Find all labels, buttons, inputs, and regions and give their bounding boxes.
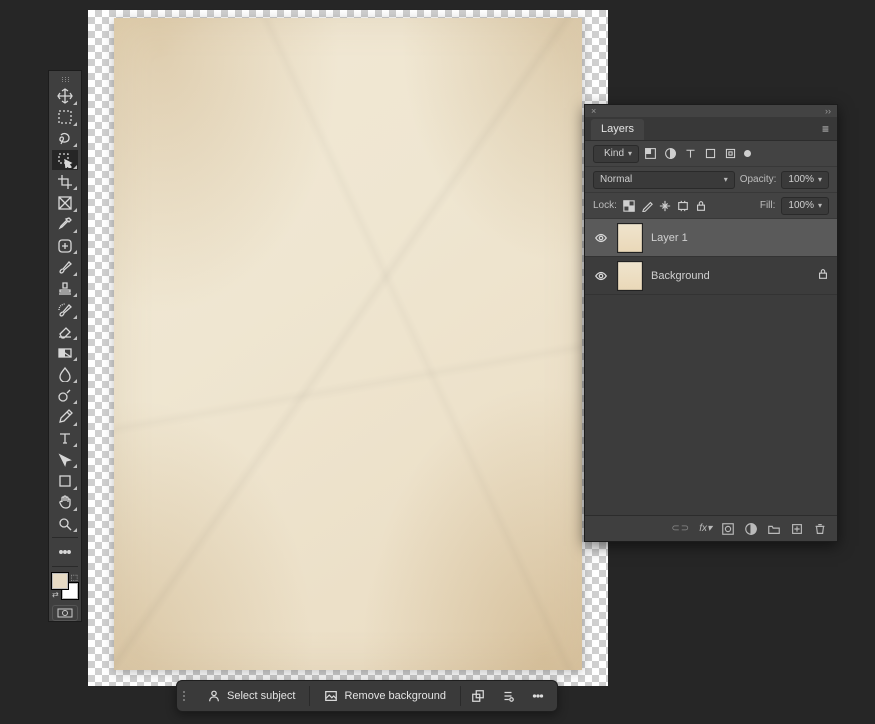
rectangle-tool[interactable] [52, 471, 78, 490]
dodge-tool[interactable] [52, 386, 78, 405]
layer-mask-icon[interactable] [721, 522, 735, 536]
zoom-tool[interactable] [52, 514, 78, 533]
taskbar-grip[interactable] [183, 691, 191, 701]
move-tool[interactable] [52, 86, 78, 105]
lock-all-icon[interactable] [695, 200, 707, 212]
fx-icon[interactable]: fx▾ [699, 523, 712, 534]
panel-close-icon[interactable]: × [591, 106, 596, 116]
lock-transparency-icon[interactable] [623, 200, 635, 212]
contextual-task-bar[interactable]: Select subject Remove background [176, 680, 558, 712]
quick-mask-mode[interactable] [52, 605, 78, 621]
layer-filter-row: Kind ▾ [585, 141, 837, 167]
link-layers-icon[interactable]: ⊂⊃ [671, 523, 690, 534]
new-layer-icon[interactable] [790, 522, 804, 536]
brush-tool[interactable] [52, 257, 78, 276]
lock-fill-row: Lock: Fill: 100%▾ [585, 193, 837, 219]
pen-tool[interactable] [52, 407, 78, 426]
delete-layer-icon[interactable] [813, 522, 827, 536]
lock-icon[interactable] [817, 268, 829, 283]
fill-label: Fill: [760, 200, 776, 211]
tab-layers[interactable]: Layers [591, 119, 644, 140]
frame-tool[interactable] [52, 193, 78, 212]
spot-healing-brush-tool[interactable] [52, 236, 78, 255]
taskbar-properties-icon[interactable] [495, 684, 521, 708]
document-paper-texture [114, 18, 582, 670]
foreground-swatch[interactable] [52, 573, 68, 589]
layer-row[interactable]: Layer 1 [585, 219, 837, 257]
history-brush-tool[interactable] [52, 300, 78, 319]
lock-label: Lock: [593, 200, 617, 211]
lock-pixels-icon[interactable] [641, 200, 653, 212]
clone-stamp-tool[interactable] [52, 279, 78, 298]
filter-pixel-icon[interactable] [644, 147, 657, 160]
filter-toggle[interactable] [744, 150, 751, 157]
object-selection-tool[interactable] [52, 150, 78, 169]
lasso-tool[interactable] [52, 129, 78, 148]
remove-background-button[interactable]: Remove background [314, 684, 456, 708]
visibility-toggle[interactable] [593, 231, 609, 245]
lock-artboard-icon[interactable] [677, 200, 689, 212]
layer-name[interactable]: Layer 1 [651, 232, 829, 244]
layer-thumbnail[interactable] [617, 223, 643, 253]
layers-panel: × ›› Layers ≡ Kind ▾ Normal▾ Opacity: 10… [584, 104, 838, 542]
filter-adjustment-icon[interactable] [664, 147, 677, 160]
layers-panel-footer: ⊂⊃ fx▾ [585, 515, 837, 541]
fill-input[interactable]: 100%▾ [781, 197, 829, 215]
edit-toolbar-icon[interactable] [52, 542, 78, 561]
swap-colors-icon[interactable]: ⇄ [52, 590, 59, 599]
layer-filter-kind[interactable]: Kind ▾ [593, 145, 639, 163]
layer-row[interactable]: Background [585, 257, 837, 295]
blur-tool[interactable] [52, 364, 78, 383]
filter-smartobject-icon[interactable] [724, 147, 737, 160]
eyedropper-tool[interactable] [52, 215, 78, 234]
taskbar-more-icon[interactable] [525, 684, 551, 708]
tools-panel: ⬚⇄ [48, 70, 82, 622]
layer-name[interactable]: Background [651, 270, 809, 282]
select-subject-button[interactable]: Select subject [197, 684, 305, 708]
filter-type-icon[interactable] [684, 147, 697, 160]
crop-tool[interactable] [52, 172, 78, 191]
lock-position-icon[interactable] [659, 200, 671, 212]
panel-grip[interactable] [55, 77, 75, 82]
adjustment-layer-icon[interactable] [744, 522, 758, 536]
panel-tab-bar: Layers ≡ [585, 117, 837, 141]
eraser-tool[interactable] [52, 322, 78, 341]
path-selection-tool[interactable] [52, 450, 78, 469]
opacity-label: Opacity: [740, 174, 777, 185]
horizontal-type-tool[interactable] [52, 429, 78, 448]
layer-thumbnail[interactable] [617, 261, 643, 291]
group-icon[interactable] [767, 522, 781, 536]
taskbar-transform-icon[interactable] [465, 684, 491, 708]
image-icon [324, 689, 338, 703]
color-swatches[interactable]: ⬚⇄ [52, 573, 78, 599]
default-colors-icon[interactable]: ⬚ [70, 573, 78, 582]
visibility-toggle[interactable] [593, 269, 609, 283]
panel-menu-icon[interactable]: ≡ [814, 118, 837, 140]
gradient-tool[interactable] [52, 343, 78, 362]
hand-tool[interactable] [52, 493, 78, 512]
rectangular-marquee-tool[interactable] [52, 108, 78, 127]
filter-shape-icon[interactable] [704, 147, 717, 160]
layers-list: Layer 1 Background [585, 219, 837, 515]
canvas-area[interactable] [88, 10, 608, 686]
person-icon [207, 689, 221, 703]
blend-mode-select[interactable]: Normal▾ [593, 171, 735, 189]
blend-opacity-row: Normal▾ Opacity: 100%▾ [585, 167, 837, 193]
panel-collapse-icon[interactable]: ›› [825, 106, 831, 116]
opacity-input[interactable]: 100%▾ [781, 171, 829, 189]
